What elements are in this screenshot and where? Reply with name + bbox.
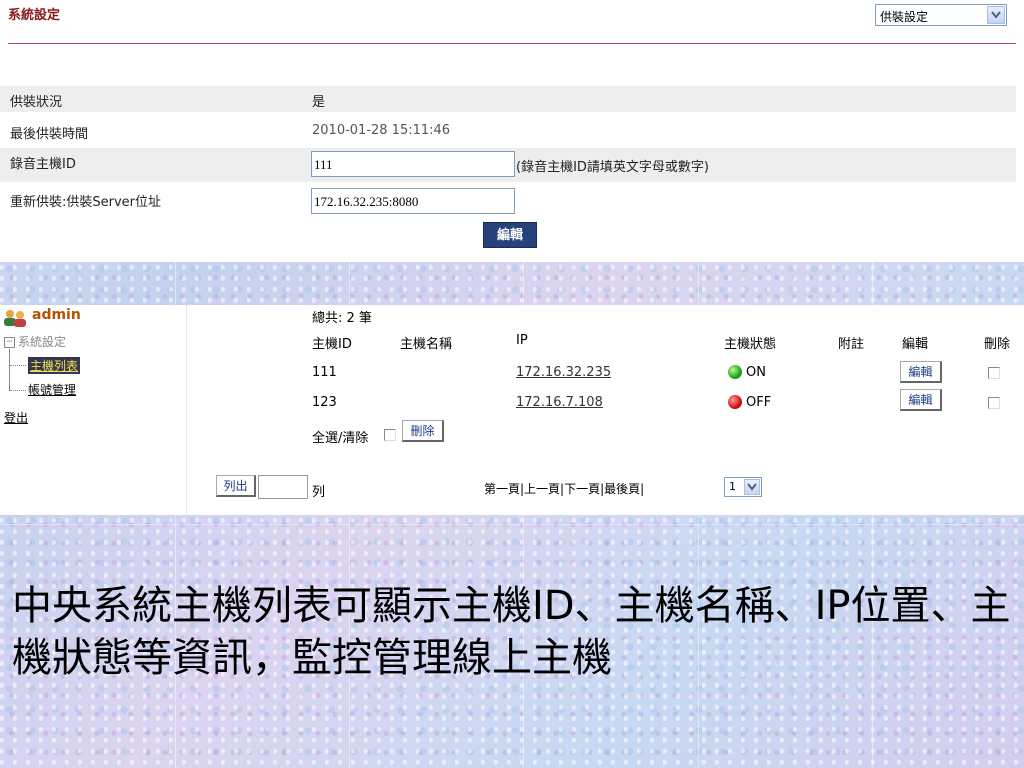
form-row-provision-status: 供裝狀況 是 (0, 86, 1016, 112)
tree-connector (10, 365, 26, 366)
column-header-note: 附註 (838, 337, 865, 352)
delete-button[interactable]: 刪除 (402, 420, 444, 442)
tree-root-label: 系統設定 (18, 335, 67, 349)
cell-status: OFF (746, 395, 772, 410)
title-divider (8, 43, 1016, 44)
total-count: 總共: 2 筆 (312, 311, 372, 326)
select-all-checkbox[interactable] (384, 429, 396, 441)
column-header-host-id: 主機ID (312, 337, 352, 352)
dropdown-value: 供裝設定 (880, 10, 929, 24)
status-off-icon (728, 395, 742, 409)
list-button[interactable]: 列出 (216, 475, 256, 497)
sidebar-item-account-management[interactable]: 帳號管理 (28, 381, 76, 398)
sidebar: admin − 系統設定 主機列表 帳號管理 登出 (0, 305, 187, 515)
column-header-ip: IP (516, 333, 528, 348)
slide-caption: 中央系統主機列表可顯示主機ID、主機名稱、IP位置、主機狀態等資訊，監控管理線上… (12, 583, 1011, 681)
sidebar-item-host-list[interactable]: 主機列表 (28, 357, 81, 374)
row-delete-checkbox[interactable] (988, 397, 1000, 409)
cell-host-id: 111 (312, 365, 337, 380)
form-label: 重新供裝:供裝Server位址 (10, 195, 162, 210)
column-header-edit: 編輯 (902, 337, 929, 352)
collapse-icon[interactable]: − (4, 337, 15, 348)
page-select[interactable]: 1 (724, 477, 762, 497)
chevron-down-icon[interactable] (744, 479, 760, 495)
logout-link[interactable]: 登出 (4, 409, 28, 426)
select-all-label: 全選/清除 (312, 431, 369, 446)
form-row-recording-host-id: 錄音主機ID 111 (錄音主機ID請填英文字母或數字) (0, 148, 1016, 182)
host-ip-link[interactable]: 172.16.7.108 (516, 395, 603, 410)
users-icon (3, 309, 29, 331)
row-edit-button[interactable]: 編輯 (900, 361, 942, 383)
pagination-links[interactable]: 第一頁|上一頁|下一頁|最後頁| (484, 480, 644, 497)
rows-per-page-input[interactable] (258, 475, 308, 499)
username: admin (32, 307, 81, 323)
form-row-server-address: 重新供裝:供裝Server位址 172.16.32.235:8080 (0, 186, 1016, 218)
form-row-last-provision-time: 最後供裝時間 2010-01-28 15:11:46 (0, 118, 1016, 144)
input-hint: (錄音主機ID請填英文字母或數字) (516, 160, 709, 175)
edit-button[interactable]: 編輯 (483, 222, 537, 248)
column-header-delete: 刪除 (984, 337, 1011, 352)
page-select-value: 1 (729, 480, 736, 493)
status-on-icon (728, 365, 742, 379)
tree-root[interactable]: − 系統設定 (4, 333, 66, 350)
tree-connector (9, 349, 10, 391)
server-address-input[interactable]: 172.16.32.235:8080 (311, 188, 515, 214)
host-list-panel: admin − 系統設定 主機列表 帳號管理 登出 總共: 2 筆 主機ID 主機… (0, 305, 1024, 515)
form-value: 是 (312, 95, 326, 110)
settings-dropdown[interactable]: 供裝設定 (875, 4, 1007, 26)
chevron-down-icon[interactable] (987, 6, 1005, 24)
background-grid-line (0, 524, 1024, 525)
host-ip-link[interactable]: 172.16.32.235 (516, 365, 611, 380)
rows-suffix: 列 (312, 485, 326, 500)
settings-panel: 系統設定 供裝設定 供裝狀況 是 最後供裝時間 2010-01-28 15:11… (0, 0, 1024, 262)
column-header-host-name: 主機名稱 (400, 337, 453, 352)
form-value: 2010-01-28 15:11:46 (312, 123, 451, 138)
tree-connector (10, 390, 26, 391)
form-label: 最後供裝時間 (10, 127, 89, 142)
column-header-status: 主機狀態 (724, 337, 777, 352)
form-label: 錄音主機ID (10, 157, 76, 172)
row-delete-checkbox[interactable] (988, 367, 1000, 379)
recording-host-id-input[interactable]: 111 (311, 151, 515, 177)
page-title: 系統設定 (8, 8, 61, 23)
cell-host-id: 123 (312, 395, 337, 410)
form-label: 供裝狀況 (10, 95, 63, 110)
cell-status: ON (746, 365, 766, 380)
row-edit-button[interactable]: 編輯 (900, 389, 942, 411)
